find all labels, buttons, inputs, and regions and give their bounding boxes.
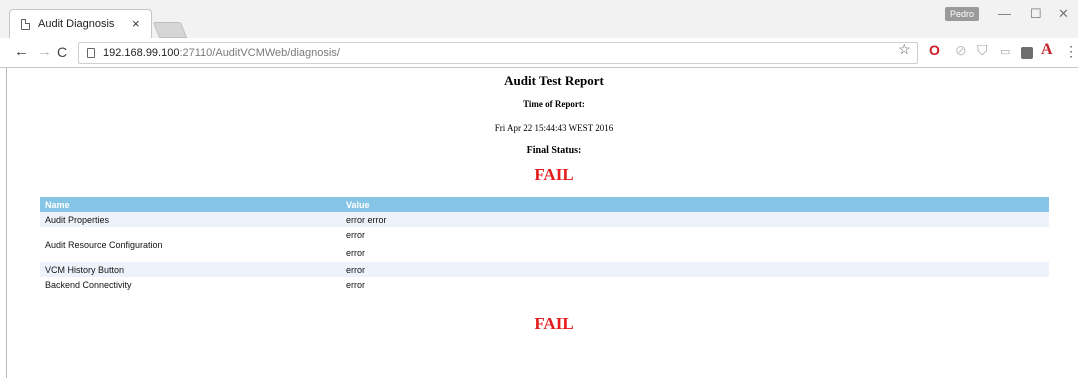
minimize-button[interactable]: —: [998, 6, 1011, 21]
browser-tab[interactable]: Audit Diagnosis ×: [9, 9, 152, 39]
time-of-report-label: Time of Report:: [523, 99, 585, 109]
browser-titlebar: Audit Diagnosis × Pedro — ☐ ✕: [0, 0, 1078, 39]
new-tab-button[interactable]: [152, 22, 188, 38]
row-value: error: [341, 262, 1049, 277]
bookmark-star-icon[interactable]: ☆: [898, 41, 911, 58]
opera-icon[interactable]: O: [929, 42, 940, 58]
extension-icon[interactable]: [1021, 47, 1033, 59]
page-icon: [87, 48, 95, 58]
tab-close-icon[interactable]: ×: [132, 16, 140, 31]
row-value-line: error: [346, 248, 366, 258]
time-of-report-value: Fri Apr 22 15:44:43 WEST 2016: [494, 123, 614, 133]
table-row: VCM History Button error: [40, 262, 1049, 277]
column-header-value: Value: [341, 197, 1049, 212]
row-value: error error: [341, 227, 1049, 262]
acrobat-icon[interactable]: A: [1041, 41, 1053, 59]
tab-title: Audit Diagnosis: [38, 18, 115, 30]
url-path: /AuditVCMWeb/diagnosis/: [212, 47, 340, 59]
page-content: Audit Test Report Time of Report: Fri Ap…: [7, 69, 1078, 378]
final-status-value: FAIL: [534, 165, 574, 184]
maximize-button[interactable]: ☐: [1030, 6, 1042, 22]
extension-icon[interactable]: ⊘: [955, 42, 967, 59]
table-row: Backend Connectivity error: [40, 277, 1049, 292]
final-status-label: Final Status:: [526, 145, 582, 156]
row-value: error: [341, 277, 1049, 292]
row-name: Backend Connectivity: [40, 277, 341, 292]
table-header-row: Name Value: [40, 197, 1049, 212]
extension-icon[interactable]: ⛉: [977, 42, 988, 59]
url-host: 192.168.99.100: [103, 47, 180, 59]
profile-badge[interactable]: Pedro: [945, 7, 979, 21]
bottom-status-value: FAIL: [534, 314, 574, 333]
table-row: Audit Properties error error: [40, 212, 1049, 227]
close-window-button[interactable]: ✕: [1058, 6, 1069, 22]
row-value-line: error: [346, 230, 366, 240]
url-text[interactable]: 192.168.99.100:27110/AuditVCMWeb/diagnos…: [103, 47, 340, 59]
reload-icon[interactable]: C: [57, 44, 67, 60]
page-title: Audit Test Report: [504, 73, 604, 88]
row-name: Audit Properties: [40, 212, 341, 227]
browser-toolbar: ← → C 192.168.99.100:27110/AuditVCMWeb/d…: [0, 38, 1078, 68]
row-value: error error: [341, 212, 1049, 227]
results-table: Name Value Audit Properties error error …: [40, 197, 1049, 292]
extension-icon[interactable]: ▭: [1000, 45, 1010, 58]
url-port: :27110: [179, 47, 213, 59]
row-name: Audit Resource Configuration: [40, 227, 341, 262]
page-icon: [21, 19, 30, 30]
back-arrow-icon[interactable]: ←: [14, 43, 29, 60]
forward-arrow-icon[interactable]: →: [37, 43, 52, 60]
column-header-name: Name: [40, 197, 341, 212]
more-vertical-icon[interactable]: ⋮: [1064, 43, 1078, 60]
address-bar[interactable]: 192.168.99.100:27110/AuditVCMWeb/diagnos…: [78, 42, 918, 64]
row-name: VCM History Button: [40, 262, 341, 277]
table-row: Audit Resource Configuration error error: [40, 227, 1049, 262]
